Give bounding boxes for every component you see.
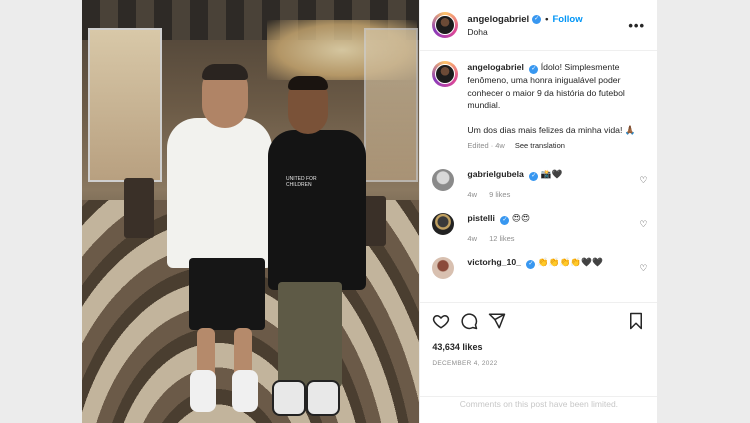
person-right-shoe bbox=[272, 380, 306, 416]
comment-item: victorhg_10_ ✓ 👏👏👏👏🖤🖤 ♡ bbox=[420, 256, 657, 279]
comment-age: 4w bbox=[467, 189, 477, 199]
comment-body: victorhg_10_ ✓ 👏👏👏👏🖤🖤 bbox=[467, 257, 645, 269]
comment-text: 📸🖤 bbox=[540, 168, 563, 179]
comment-body: pistelli ✓ 😍😍 4w 12 likes bbox=[467, 213, 645, 243]
shirt-logo: UNITED FOR CHILDREN bbox=[286, 176, 317, 188]
comment-likes[interactable]: 9 likes bbox=[489, 190, 510, 199]
caption-edited: Edited bbox=[467, 141, 489, 150]
author-row: angelogabriel ✓ • Follow bbox=[467, 14, 628, 25]
commenter-username[interactable]: pistelli bbox=[467, 213, 495, 223]
person-left-shorts bbox=[189, 258, 265, 330]
post-actions: 43,634 likes DECEMBER 4, 2022 bbox=[420, 302, 658, 367]
person-left-shoe bbox=[190, 370, 216, 412]
post-caption: angelogabriel ✓ Ídolo! Simplesmente fenô… bbox=[420, 51, 657, 153]
person-left-shirt bbox=[167, 118, 272, 268]
verified-badge-icon: ✓ bbox=[526, 259, 536, 269]
post-side-panel: angelogabriel ✓ • Follow Doha ••• angelo… bbox=[419, 0, 658, 423]
verified-badge-icon: ✓ bbox=[529, 171, 539, 181]
person-right-shirt bbox=[268, 130, 366, 290]
post-date: DECEMBER 4, 2022 bbox=[432, 360, 498, 367]
post-location[interactable]: Doha bbox=[467, 27, 628, 37]
comment-heart-icon[interactable]: ♡ bbox=[639, 219, 647, 230]
commenter-avatar[interactable] bbox=[432, 256, 455, 279]
caption-age: 4w bbox=[495, 141, 505, 150]
likes-count[interactable]: 43,634 likes bbox=[420, 330, 657, 352]
action-icons-row bbox=[420, 303, 657, 330]
comment-meta: 4w 12 likes bbox=[467, 234, 645, 243]
see-translation-link[interactable]: See translation bbox=[515, 141, 565, 150]
comment-item: gabrielgubela ✓ 📸🖤 4w 9 likes ♡ bbox=[420, 168, 657, 199]
comment-likes[interactable]: 12 likes bbox=[489, 234, 514, 243]
post-header: angelogabriel ✓ • Follow Doha ••• bbox=[420, 0, 657, 51]
author-username[interactable]: angelogabriel bbox=[467, 14, 529, 25]
more-options-icon[interactable]: ••• bbox=[628, 18, 645, 33]
commenter-username[interactable]: victorhg_10_ bbox=[467, 257, 521, 267]
caption-meta: Edited · 4w See translation bbox=[467, 141, 565, 150]
header-separator: • bbox=[545, 13, 549, 25]
comment-age: 4w bbox=[467, 233, 477, 243]
author-avatar[interactable] bbox=[432, 12, 459, 38]
person-right-pants bbox=[278, 282, 342, 387]
commenter-avatar[interactable] bbox=[432, 212, 455, 235]
photo-window-left bbox=[88, 28, 162, 182]
commenter-username[interactable]: gabrielgubela bbox=[467, 169, 523, 179]
comments-section[interactable]: angelogabriel ✓ Ídolo! Simplesmente fenô… bbox=[420, 51, 657, 300]
instagram-post: UNITED FOR CHILDREN angelogabriel ✓ • Fo… bbox=[82, 0, 658, 423]
verified-badge-icon: ✓ bbox=[532, 14, 542, 24]
caption-author-avatar[interactable] bbox=[432, 61, 459, 87]
comments-limited-notice: Comments on this post have been limited. bbox=[420, 396, 658, 409]
heart-icon[interactable] bbox=[432, 312, 450, 330]
person-right-shoe bbox=[306, 380, 340, 416]
comment-heart-icon[interactable]: ♡ bbox=[639, 263, 647, 274]
follow-button[interactable]: Follow bbox=[553, 14, 583, 25]
comment-text: 👏👏👏👏🖤🖤 bbox=[537, 256, 603, 267]
comment-meta: 4w 9 likes bbox=[467, 190, 645, 199]
post-photo[interactable]: UNITED FOR CHILDREN bbox=[82, 0, 420, 423]
verified-badge-icon: ✓ bbox=[500, 215, 510, 225]
comment-heart-icon[interactable]: ♡ bbox=[639, 175, 647, 186]
photo-window-right bbox=[364, 28, 418, 182]
comment-icon[interactable] bbox=[460, 312, 478, 330]
bookmark-icon[interactable] bbox=[627, 312, 645, 330]
person-left-shoe bbox=[232, 370, 258, 412]
verified-badge-icon: ✓ bbox=[529, 65, 539, 74]
caption-body: angelogabriel ✓ Ídolo! Simplesmente fenô… bbox=[467, 61, 645, 153]
caption-text-2: Um dos dias mais felizes da minha vida! … bbox=[467, 124, 636, 135]
person-left-hair bbox=[202, 64, 248, 80]
person-right-hair bbox=[288, 76, 328, 90]
caption-username[interactable]: angelogabriel bbox=[467, 62, 523, 72]
comment-item: pistelli ✓ 😍😍 4w 12 likes ♡ bbox=[420, 212, 657, 243]
author-info: angelogabriel ✓ • Follow Doha bbox=[467, 14, 628, 37]
commenter-avatar[interactable] bbox=[432, 168, 455, 191]
photo-chair bbox=[124, 178, 154, 238]
comment-text: 😍😍 bbox=[511, 212, 530, 223]
comment-body: gabrielgubela ✓ 📸🖤 4w 9 likes bbox=[467, 169, 645, 199]
share-icon[interactable] bbox=[488, 312, 506, 330]
